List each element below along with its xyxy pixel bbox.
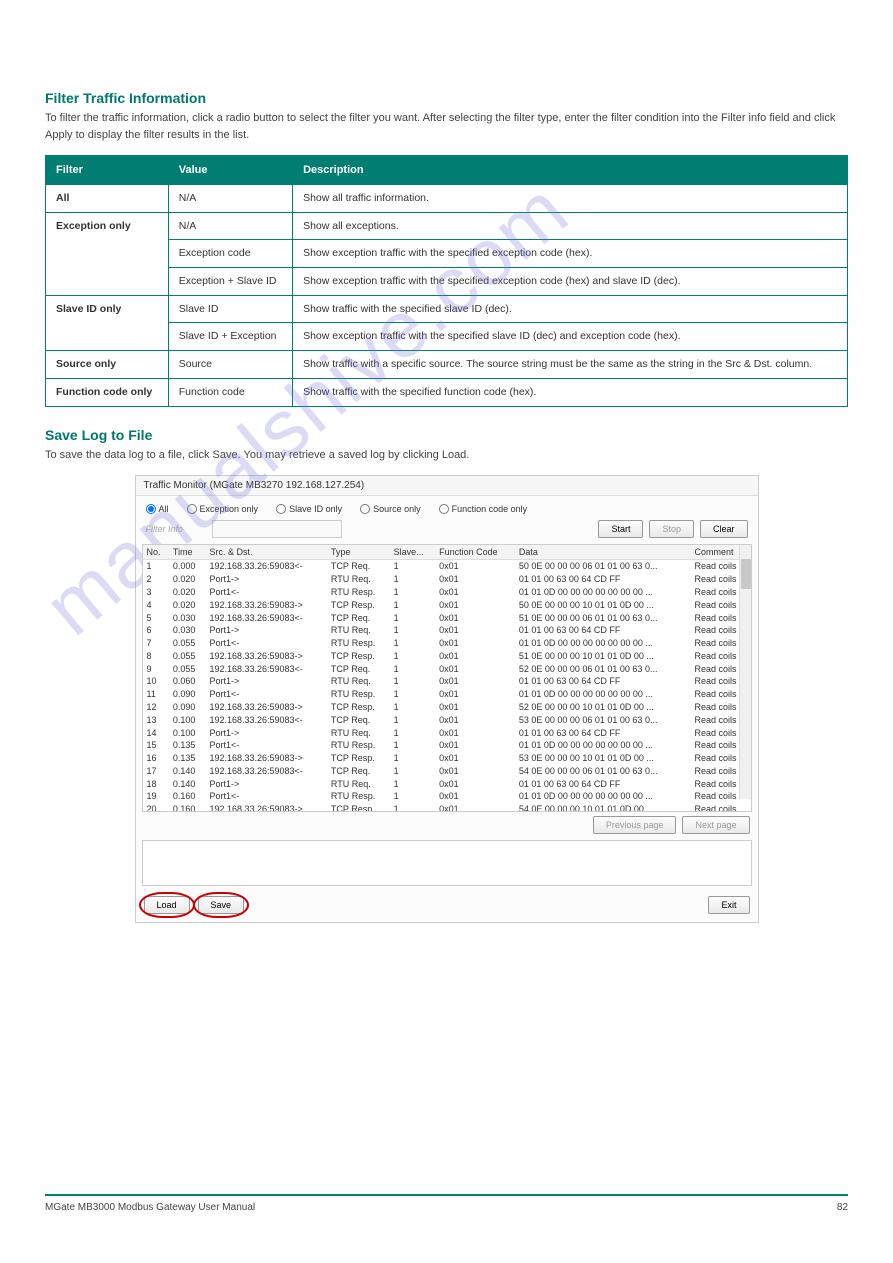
- section-title-filter: Filter Traffic Information: [45, 90, 848, 106]
- th-value: Value: [168, 156, 292, 185]
- column-header[interactable]: Slave...: [390, 545, 436, 560]
- traffic-grid: No.TimeSrc. & Dst.TypeSlave...Function C…: [142, 544, 752, 812]
- table-row[interactable]: 200.160192.168.33.26:59083->TCP Resp.10x…: [143, 803, 751, 812]
- filter-radio-source-only[interactable]: Source only: [360, 504, 421, 514]
- table-row[interactable]: 110.090Port1<-RTU Resp.10x0101 01 0D 00 …: [143, 688, 751, 701]
- table-row[interactable]: 30.020Port1<-RTU Resp.10x0101 01 0D 00 0…: [143, 586, 751, 599]
- table-row[interactable]: 60.030Port1->RTU Req.10x0101 01 00 63 00…: [143, 624, 751, 637]
- start-button[interactable]: Start: [598, 520, 643, 538]
- filter-radio-slave-id-only[interactable]: Slave ID only: [276, 504, 342, 514]
- section-text-filter: To filter the traffic information, click…: [45, 110, 848, 143]
- detail-panel: [142, 840, 752, 886]
- load-button[interactable]: Load: [144, 896, 190, 914]
- column-header[interactable]: Data: [515, 545, 691, 560]
- filter-radio-function-code-only[interactable]: Function code only: [439, 504, 528, 514]
- filter-info-input[interactable]: [212, 520, 342, 538]
- filter-radio-all[interactable]: All: [146, 504, 169, 514]
- section-text-savelog: To save the data log to a file, click Sa…: [45, 447, 848, 464]
- column-header[interactable]: Time: [169, 545, 206, 560]
- window-title: Traffic Monitor (MGate MB3270 192.168.12…: [136, 476, 758, 496]
- th-filter: Filter: [46, 156, 169, 185]
- stop-button[interactable]: Stop: [649, 520, 694, 538]
- footer-left: MGate MB3000 Modbus Gateway User Manual: [45, 1202, 255, 1213]
- table-row[interactable]: 190.160Port1<-RTU Resp.10x0101 01 0D 00 …: [143, 790, 751, 803]
- footer-page-number: 82: [837, 1202, 848, 1213]
- vertical-scrollbar[interactable]: [739, 545, 751, 799]
- traffic-monitor-window: Traffic Monitor (MGate MB3270 192.168.12…: [135, 475, 759, 923]
- table-row[interactable]: 20.020Port1->RTU Req.10x0101 01 00 63 00…: [143, 573, 751, 586]
- section-title-savelog: Save Log to File: [45, 427, 848, 443]
- filter-radio-exception-only[interactable]: Exception only: [187, 504, 259, 514]
- table-row[interactable]: 80.055192.168.33.26:59083->TCP Resp.10x0…: [143, 649, 751, 662]
- column-header[interactable]: No.: [143, 545, 169, 560]
- table-row[interactable]: 40.020192.168.33.26:59083->TCP Resp.10x0…: [143, 598, 751, 611]
- next-page-button[interactable]: Next page: [682, 816, 749, 834]
- document-page: Filter Traffic Information To filter the…: [0, 0, 893, 993]
- column-header[interactable]: Type: [327, 545, 390, 560]
- table-row[interactable]: 50.030192.168.33.26:59083<-TCP Req.10x01…: [143, 611, 751, 624]
- table-row[interactable]: 170.140192.168.33.26:59083<-TCP Req.10x0…: [143, 765, 751, 778]
- save-button[interactable]: Save: [198, 896, 245, 914]
- table-row[interactable]: 100.060Port1->RTU Req.10x0101 01 00 63 0…: [143, 675, 751, 688]
- clear-button[interactable]: Clear: [700, 520, 748, 538]
- table-row[interactable]: 120.090192.168.33.26:59083->TCP Resp.10x…: [143, 701, 751, 714]
- column-header[interactable]: Function Code: [435, 545, 515, 560]
- exit-button[interactable]: Exit: [708, 896, 749, 914]
- previous-page-button[interactable]: Previous page: [593, 816, 677, 834]
- th-description: Description: [293, 156, 848, 185]
- column-header[interactable]: Src. & Dst.: [205, 545, 326, 560]
- page-footer: MGate MB3000 Modbus Gateway User Manual …: [45, 1194, 848, 1213]
- table-row[interactable]: 90.055192.168.33.26:59083<-TCP Req.10x01…: [143, 662, 751, 675]
- table-row[interactable]: 130.100192.168.33.26:59083<-TCP Req.10x0…: [143, 713, 751, 726]
- filter-info-table: Filter Value Description AllN/AShow all …: [45, 155, 848, 407]
- filter-info-label: Filter Info: [146, 524, 206, 534]
- table-row[interactable]: 140.100Port1->RTU Req.10x0101 01 00 63 0…: [143, 726, 751, 739]
- table-row[interactable]: 70.055Port1<-RTU Resp.10x0101 01 0D 00 0…: [143, 637, 751, 650]
- table-row[interactable]: 150.135Port1<-RTU Resp.10x0101 01 0D 00 …: [143, 739, 751, 752]
- filter-radio-row: All Exception only Slave ID only Source …: [136, 496, 758, 518]
- table-row[interactable]: 10.000192.168.33.26:59083<-TCP Req.10x01…: [143, 560, 751, 573]
- table-row[interactable]: 180.140Port1->RTU Req.10x0101 01 00 63 0…: [143, 777, 751, 790]
- table-row[interactable]: 160.135192.168.33.26:59083->TCP Resp.10x…: [143, 752, 751, 765]
